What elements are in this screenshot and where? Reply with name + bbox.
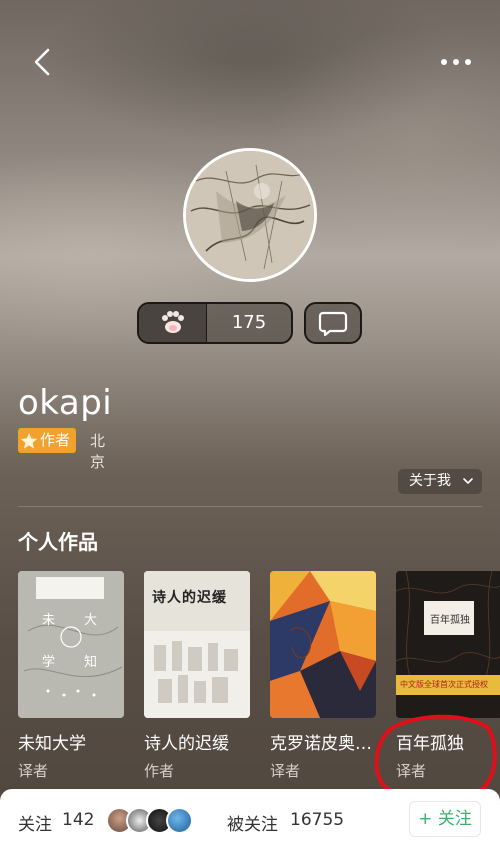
work-role: 译者 [270, 762, 301, 780]
following-count[interactable]: 142 [62, 810, 94, 830]
back-button[interactable] [26, 44, 62, 80]
follow-button[interactable]: + 关注 [409, 801, 481, 837]
cover-char: 大 [84, 613, 98, 628]
works-section-title: 个人作品 [18, 530, 98, 554]
cover-char: 未 [42, 613, 56, 628]
followers-label[interactable]: 被关注 [227, 810, 278, 835]
chevron-left-icon [34, 48, 50, 76]
followers-count[interactable]: 16755 [290, 810, 344, 830]
paw-count: 175 [231, 312, 267, 333]
book-cover: 未 大 学 知 [18, 571, 124, 718]
cover-art [270, 571, 376, 718]
cover-art [396, 571, 500, 718]
work-role: 作者 [144, 762, 175, 780]
work-item[interactable]: 克罗诺皮奥… 译者 [270, 571, 376, 781]
location-text: 北京 [90, 432, 106, 471]
paw-button[interactable] [139, 304, 207, 342]
work-item[interactable]: 未 大 学 知 未知大学 译者 [18, 571, 124, 781]
cover-art [18, 571, 124, 718]
work-role: 译者 [18, 762, 49, 780]
work-title: 克罗诺皮奥… [270, 734, 372, 754]
paw-counter: 175 [137, 302, 293, 344]
work-item[interactable]: 诗人的迟缓 诗人的迟缓 作者 [144, 571, 250, 781]
chevron-down-icon [463, 478, 473, 484]
message-button[interactable] [304, 302, 362, 344]
more-options-button[interactable] [436, 44, 476, 80]
about-me-button[interactable]: 关于我 [398, 469, 482, 494]
more-dots-icon [441, 59, 471, 65]
bottom-follow-bar: 关注 142 被关注 16755 + 关注 [0, 789, 500, 854]
cover-char: 学 [42, 655, 56, 670]
section-divider [18, 506, 482, 507]
cover-title: 百年孤独 [430, 615, 470, 626]
book-cover: 百年孤独 中文版全球首次正式授权 [396, 571, 500, 718]
about-me-label: 关于我 [409, 473, 451, 489]
username: okapi [18, 383, 113, 423]
work-role: 译者 [396, 762, 427, 780]
top-bar [0, 40, 500, 84]
avatar-sketch-image [186, 151, 314, 279]
work-item[interactable]: 百年孤独 中文版全球首次正式授权 百年孤独 译者 [396, 571, 500, 781]
following-avatars[interactable] [106, 807, 198, 835]
badge-label: 作者 [40, 431, 71, 449]
cover-title: 诗人的迟缓 [152, 590, 227, 606]
profile-avatar[interactable] [183, 148, 317, 282]
work-title: 诗人的迟缓 [144, 734, 229, 754]
cover-char: 知 [84, 655, 98, 670]
paw-icon [162, 311, 184, 333]
cover-strip-text: 中文版全球首次正式授权 [400, 680, 488, 689]
work-title: 未知大学 [18, 734, 86, 754]
following-label[interactable]: 关注 [18, 810, 52, 835]
message-bubble-icon [318, 311, 348, 337]
book-cover: 诗人的迟缓 [144, 571, 250, 718]
avatar [166, 807, 193, 834]
book-cover [270, 571, 376, 718]
work-title: 百年孤独 [396, 734, 464, 754]
works-carousel: 未 大 学 知 未知大学 译者 诗人的迟缓 诗人的迟缓 作者 克罗诺皮奥… 译者… [0, 571, 500, 781]
star-icon [18, 430, 40, 451]
